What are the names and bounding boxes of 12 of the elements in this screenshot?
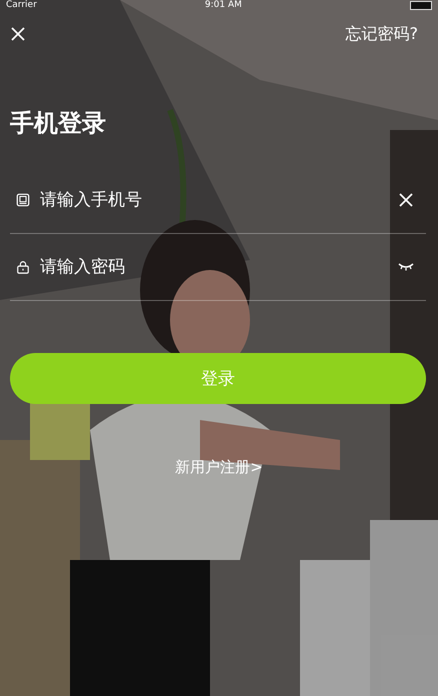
login-button[interactable]: 登录 <box>10 353 426 404</box>
password-field[interactable]: 请输入密码 <box>40 252 398 282</box>
phone-field[interactable]: 请输入手机号 <box>40 185 398 215</box>
phone-icon <box>16 193 30 207</box>
carrier-label: Carrier <box>6 0 37 10</box>
page-title: 手机登录 <box>10 108 107 139</box>
clock-time: 9:01 AM <box>204 0 242 10</box>
register-link[interactable]: 新用户注册> <box>175 458 263 477</box>
clear-icon[interactable] <box>398 192 414 208</box>
forgot-password-link[interactable]: 忘记密码? <box>346 24 418 44</box>
lock-icon <box>16 260 30 274</box>
close-icon[interactable] <box>10 26 26 42</box>
